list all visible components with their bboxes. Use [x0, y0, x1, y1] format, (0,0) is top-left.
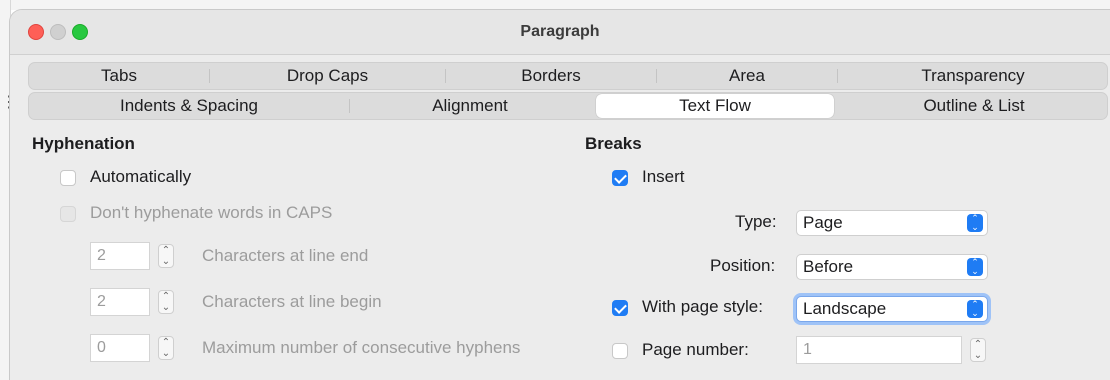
automatically-label: Automatically — [90, 167, 192, 186]
automatically-checkbox[interactable] — [60, 170, 76, 186]
tab-borders[interactable]: Borders — [446, 63, 656, 89]
chars-line-end-input[interactable]: 2 — [90, 242, 150, 270]
tab-outline-list[interactable]: Outline & List — [841, 93, 1107, 119]
position-select[interactable]: Before ⌃ ⌄ — [796, 254, 988, 280]
position-value: Before — [803, 257, 854, 276]
tab-row-2: Indents & Spacing Alignment Text Flow Ou… — [28, 92, 1108, 120]
page-number-stepper-icon[interactable]: ⌃ ⌄ — [970, 338, 986, 362]
title-bar: Paragraph — [10, 10, 1110, 55]
tab-transparency[interactable]: Transparency — [838, 63, 1108, 89]
type-label: Type: — [735, 212, 777, 231]
max-hyphens-label: Maximum number of consecutive hyphens — [202, 338, 521, 357]
tab-row-1: Tabs Drop Caps Borders Area Transparency — [28, 62, 1108, 90]
page-number-checkbox[interactable] — [612, 343, 628, 359]
type-select[interactable]: Page ⌃ ⌄ — [796, 210, 988, 236]
dont-hyphenate-caps-label: Don't hyphenate words in CAPS — [90, 203, 333, 222]
page-number-label: Page number: — [642, 340, 749, 359]
chars-line-end-stepper-icon[interactable]: ⌃ ⌄ — [158, 244, 174, 268]
chevron-updown-icon: ⌃ ⌄ — [967, 214, 983, 232]
chars-line-begin-stepper-icon[interactable]: ⌃ ⌄ — [158, 290, 174, 314]
paragraph-dialog: Paragraph Tabs Drop Caps Borders Area Tr… — [10, 10, 1110, 380]
chevron-updown-icon: ⌃ ⌄ — [967, 300, 983, 318]
window-title: Paragraph — [520, 23, 600, 40]
background-strip — [0, 0, 1110, 10]
tab-area[interactable]: Area — [657, 63, 837, 89]
page-style-value: Landscape — [803, 299, 887, 318]
tab-tabs[interactable]: Tabs — [29, 63, 209, 89]
chars-line-begin-label: Characters at line begin — [202, 292, 382, 311]
insert-label: Insert — [642, 167, 685, 186]
chevron-updown-icon: ⌃ ⌄ — [967, 258, 983, 276]
max-hyphens-stepper-icon[interactable]: ⌃ ⌄ — [158, 336, 174, 360]
breaks-heading: Breaks — [585, 134, 642, 153]
tab-text-flow[interactable]: Text Flow — [596, 94, 834, 118]
page-style-select[interactable]: Landscape ⌃ ⌄ — [796, 296, 988, 322]
position-label: Position: — [710, 256, 776, 275]
tab-drop-caps[interactable]: Drop Caps — [210, 63, 445, 89]
hyphenation-heading: Hyphenation — [32, 134, 135, 153]
page-style-label: With page style: — [642, 297, 763, 316]
page-style-checkbox[interactable] — [612, 300, 628, 316]
max-hyphens-input[interactable]: 0 — [90, 334, 150, 362]
tab-indents-spacing[interactable]: Indents & Spacing — [29, 93, 349, 119]
chars-line-end-label: Characters at line end — [202, 246, 369, 265]
page-number-input[interactable]: 1 — [796, 336, 962, 364]
type-value: Page — [803, 213, 843, 232]
dont-hyphenate-caps-checkbox[interactable] — [60, 206, 76, 222]
chars-line-begin-input[interactable]: 2 — [90, 288, 150, 316]
tab-alignment[interactable]: Alignment — [350, 93, 590, 119]
insert-checkbox[interactable] — [612, 170, 628, 186]
